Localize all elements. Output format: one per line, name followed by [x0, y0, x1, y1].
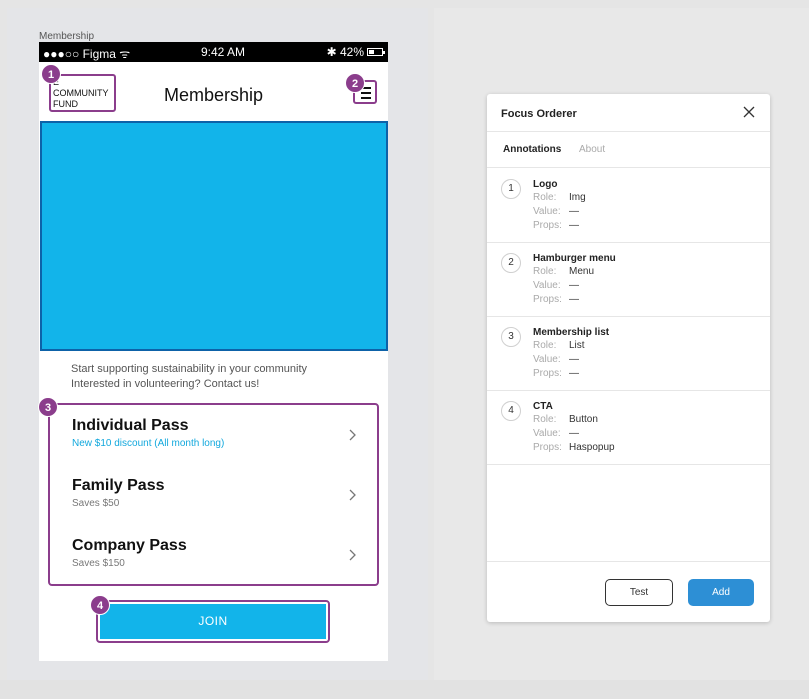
annotation-value: Value: —	[533, 354, 579, 365]
pass-item-individual[interactable]: Individual Pass New $10 discount (All mo…	[72, 417, 224, 449]
pass-title: Company Pass	[72, 537, 187, 554]
battery-fill	[369, 50, 374, 54]
annotation-props: Props: —	[533, 220, 579, 231]
pass-title: Individual Pass	[72, 417, 189, 434]
annotation-props: Props: —	[533, 294, 579, 305]
annotation-number: 4	[501, 401, 521, 421]
battery-percent: ✱ 42%	[326, 45, 364, 59]
field-value: Button	[569, 414, 598, 425]
field-value: —	[569, 354, 579, 365]
cta-annotation: JOIN	[96, 600, 330, 643]
annotation-item[interactable]: 1 Logo Role: Img Value: — Props: —	[487, 169, 770, 243]
field-value: —	[569, 280, 579, 291]
annotation-value: Value: —	[533, 206, 579, 217]
status-bar: ●●●○○ Figma ᯤ 9:42 AM ✱ 42%	[39, 42, 388, 62]
annotation-number: 3	[501, 327, 521, 347]
field-label: Value:	[533, 206, 561, 217]
annotation-props: Props: Haspopup	[533, 442, 615, 453]
field-label: Role:	[533, 192, 557, 203]
field-label: Role:	[533, 266, 557, 277]
field-label: Props:	[533, 220, 562, 231]
hamburger-line	[361, 97, 371, 99]
field-label: Value:	[533, 280, 561, 291]
annotation-role: Role: Img	[533, 192, 586, 203]
frame-label[interactable]: Membership	[39, 31, 94, 42]
tab-annotations[interactable]: Annotations	[503, 144, 561, 155]
annotation-role: Role: List	[533, 340, 585, 351]
clock: 9:42 AM	[201, 45, 246, 59]
pass-title: Family Pass	[72, 477, 165, 494]
pass-subtitle: New $10 discount (All month long)	[72, 438, 225, 449]
tab-about[interactable]: About	[579, 144, 605, 155]
battery-icon	[367, 48, 385, 56]
field-label: Role:	[533, 340, 557, 351]
carrier-label: ●●●○○ Figma ᯤ	[43, 47, 131, 61]
field-value: Haspopup	[569, 442, 615, 453]
annotation-number: 2	[501, 253, 521, 273]
page-title: Membership	[163, 85, 264, 105]
annotation-item[interactable]: 3 Membership list Role: List Value: — Prop…	[487, 317, 770, 391]
field-value: —	[569, 294, 579, 305]
field-value: —	[569, 428, 579, 439]
add-button[interactable]: Add	[688, 579, 754, 606]
field-label: Value:	[533, 354, 561, 365]
annotation-name: Logo	[533, 179, 558, 190]
field-value: Menu	[569, 266, 595, 277]
pass-subtitle: Saves $50	[72, 498, 120, 509]
pass-subtitle: Saves $150	[72, 558, 125, 569]
panel-tabs: Annotations About	[487, 132, 770, 168]
annotation-number: 1	[501, 179, 521, 199]
annotation-item[interactable]: 4 CTA Role: Button Value: — Props: Haspopup	[487, 391, 770, 465]
annotation-role: Role: Button	[533, 414, 598, 425]
intro-line: Interested in volunteering? Contact us!	[71, 378, 260, 390]
close-icon[interactable]	[743, 106, 755, 118]
chevron-right-icon[interactable]	[347, 489, 359, 501]
bottom-strip	[0, 680, 809, 699]
panel-header: Focus Orderer	[487, 94, 770, 132]
annotation-value: Value: —	[533, 280, 579, 291]
focus-orderer-panel: Focus Orderer Annotations About 1 Logo R…	[487, 94, 770, 622]
field-value: Img	[569, 192, 586, 203]
field-label: Props:	[533, 442, 562, 453]
annotation-role: Role: Menu	[533, 266, 594, 277]
join-button[interactable]: JOIN	[100, 604, 326, 639]
annotation-name: CTA	[533, 401, 553, 412]
battery-nub	[383, 51, 385, 54]
panel-title: Focus Orderer	[501, 108, 577, 120]
phone-frame: ●●●○○ Figma ᯤ 9:42 AM ✱ 42% E COMMUNITY …	[39, 42, 388, 661]
field-label: Props:	[533, 368, 562, 379]
field-value: List	[569, 340, 585, 351]
field-value: —	[569, 220, 579, 231]
intro-line: Start supporting sustainability in your …	[71, 363, 307, 375]
app-header: E COMMUNITY FUND Membership	[39, 62, 388, 120]
annotation-badge: 4	[90, 595, 110, 615]
annotation-props: Props: —	[533, 368, 579, 379]
panel-footer: Test Add	[487, 561, 770, 622]
field-label: Props:	[533, 294, 562, 305]
hero-image	[40, 121, 388, 351]
field-value: —	[569, 206, 579, 217]
annotation-value: Value: —	[533, 428, 579, 439]
chevron-right-icon[interactable]	[347, 549, 359, 561]
field-label: Role:	[533, 414, 557, 425]
pass-item-family[interactable]: Family Pass Saves $50	[72, 477, 165, 509]
annotation-name: Hamburger menu	[533, 253, 616, 264]
test-button[interactable]: Test	[605, 579, 673, 606]
membership-list: Individual Pass New $10 discount (All mo…	[48, 403, 379, 586]
intro-text: Start supporting sustainability in your …	[71, 362, 307, 392]
annotation-badge: 1	[41, 64, 61, 84]
annotation-badge: 3	[38, 397, 58, 417]
annotation-badge: 2	[345, 73, 365, 93]
field-label: Value:	[533, 428, 561, 439]
annotation-name: Membership list	[533, 327, 610, 338]
field-value: —	[569, 368, 579, 379]
chevron-right-icon[interactable]	[347, 429, 359, 441]
pass-item-company[interactable]: Company Pass Saves $150	[72, 537, 187, 569]
hamburger-line	[361, 92, 371, 94]
annotation-item[interactable]: 2 Hamburger menu Role: Menu Value: — Props…	[487, 243, 770, 317]
